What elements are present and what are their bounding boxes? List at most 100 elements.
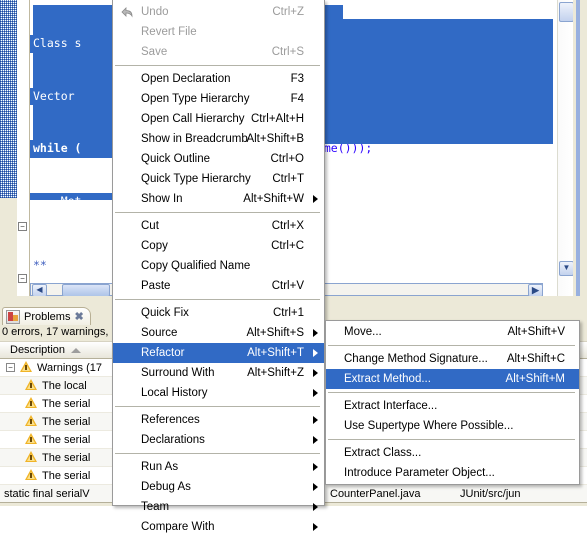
editor-context-menu[interactable]: Undo Ctrl+Z Revert File Save Ctrl+S Open Decl… [112,0,325,533]
menu-item-label: Introduce Parameter Object... [344,467,495,479]
menu-item-label: Open Declaration [141,73,231,85]
menu-item-open-declaration[interactable]: Open Declaration F3 [113,69,324,89]
scroll-down-arrow-icon[interactable]: ▼ [559,261,574,276]
table-cell-description: The serial [42,397,91,410]
menu-item-surround-with[interactable]: Surround With Alt+Shift+Z [113,363,324,383]
fold-collapse-icon[interactable]: − [18,222,27,231]
menu-item-extract-class[interactable]: Extract Class... [326,443,579,463]
menu-item-shortcut: Alt+Shift+S [246,327,304,339]
close-icon[interactable]: ✖ [74,311,83,323]
problems-summary: 0 errors, 17 warnings, [2,326,109,338]
menu-item-debug-as[interactable]: Debug As [113,477,324,497]
menu-item-label: Surround With [141,367,215,379]
code-line: Class s [30,35,115,53]
menu-item-label: Save [141,46,168,58]
menu-item-undo: Undo Ctrl+Z [113,2,324,22]
menu-item-label: Copy [141,240,168,252]
menu-item-use-supertype-where-possible[interactable]: Use Supertype Where Possible... [326,416,579,436]
menu-item-open-type-hierarchy[interactable]: Open Type Hierarchy F4 [113,89,324,109]
menu-item-show-in-breadcrumb[interactable]: Show in Breadcrumb Alt+Shift+B [113,129,324,149]
submenu-arrow-icon [313,436,318,444]
menu-item-introduce-parameter-object[interactable]: Introduce Parameter Object... [326,463,579,483]
menu-item-open-call-hierarchy[interactable]: Open Call Hierarchy Ctrl+Alt+H [113,109,324,129]
menu-item-quick-outline[interactable]: Quick Outline Ctrl+O [113,149,324,169]
submenu-arrow-icon [313,463,318,471]
menu-item-label: Undo [141,6,169,18]
problems-icon [6,310,20,324]
fold-collapse-icon[interactable]: − [18,274,27,283]
menu-item-label: Show in Breadcrumb [141,133,248,145]
warning-icon [24,415,38,428]
submenu-arrow-icon [313,503,318,511]
table-cell-description: static final serialV [4,487,90,500]
menu-item-shortcut: F4 [290,93,304,105]
column-header-description-label: Description [10,344,66,356]
tab-problems-label: Problems [24,311,71,323]
menu-item-references[interactable]: References [113,410,324,430]
menu-separator [328,439,575,440]
menu-item-cut[interactable]: Cut Ctrl+X [113,216,324,236]
menu-item-shortcut: Ctrl+Alt+H [250,113,304,125]
menu-item-shortcut: Ctrl+C [271,240,304,252]
menu-item-label: Declarations [141,434,205,446]
menu-item-quick-fix[interactable]: Quick Fix Ctrl+1 [113,303,324,323]
menu-item-local-history[interactable]: Local History [113,383,324,403]
menu-item-label: Extract Interface... [344,400,438,412]
menu-item-label: Quick Fix [141,307,189,319]
code-line: while ( [30,140,115,158]
table-cell-description: The serial [42,451,91,464]
submenu-arrow-icon [313,349,318,357]
editor-vertical-scrollbar[interactable]: ▼ [557,0,574,296]
menu-item-compare-with[interactable]: Compare With [113,517,324,537]
editor-left-code[interactable]: Class s Vector while ( Met for } sup } i… [30,0,115,200]
menu-item-copy[interactable]: Copy Ctrl+C [113,236,324,256]
submenu-arrow-icon [313,483,318,491]
menu-item-declarations[interactable]: Declarations [113,430,324,450]
refactor-submenu[interactable]: Move... Alt+Shift+V Change Method Signatur… [325,320,580,485]
menu-item-copy-qualified-name[interactable]: Copy Qualified Name [113,256,324,276]
table-cell-description: The serial [42,433,91,446]
menu-item-quick-type-hierarchy[interactable]: Quick Type Hierarchy Ctrl+T [113,169,324,189]
menu-item-shortcut: Alt+Shift+M [505,373,565,385]
submenu-arrow-icon [313,389,318,397]
menu-item-show-in[interactable]: Show In Alt+Shift+W [113,189,324,209]
warning-icon [19,361,33,374]
menu-item-label: Debug As [141,481,191,493]
menu-item-team[interactable]: Team [113,497,324,517]
undo-icon [119,6,133,18]
menu-item-label: Local History [141,387,208,399]
menu-item-source[interactable]: Source Alt+Shift+S [113,323,324,343]
menu-item-label: Open Call Hierarchy [141,113,245,125]
editor-gutter[interactable] [17,0,30,296]
menu-item-label: Change Method Signature... [344,353,488,365]
column-header-description[interactable]: Description [10,344,82,356]
menu-item-label: Cut [141,220,159,232]
menu-item-paste[interactable]: Paste Ctrl+V [113,276,324,296]
submenu-arrow-icon [313,195,318,203]
menu-item-move[interactable]: Move... Alt+Shift+V [326,322,579,342]
submenu-arrow-icon [313,416,318,424]
menu-item-shortcut: F3 [290,73,304,85]
menu-item-label: Show In [141,193,183,205]
menu-item-label: Compare With [141,521,215,533]
expander-icon[interactable]: − [6,363,15,372]
menu-item-extract-interface[interactable]: Extract Interface... [326,396,579,416]
menu-item-save: Save Ctrl+S [113,42,324,62]
tab-problems[interactable]: Problems ✖ [2,307,91,325]
menu-item-change-method-signature[interactable]: Change Method Signature... Alt+Shift+C [326,349,579,369]
table-cell-description: The serial [42,415,91,428]
editor-overview-ruler[interactable] [573,0,587,296]
menu-item-label: Copy Qualified Name [141,260,251,272]
menu-separator [115,212,320,213]
warning-icon [24,397,38,410]
menu-separator [115,453,320,454]
menu-separator [115,65,320,66]
menu-item-run-as[interactable]: Run As [113,457,324,477]
menu-item-refactor[interactable]: Refactor Alt+Shift+T [113,343,324,363]
code-line: Met [30,192,115,200]
menu-item-label: Use Supertype Where Possible... [344,420,514,432]
editor-vscroll-thumb[interactable] [559,2,574,22]
table-cell-resource: CounterPanel.java [330,487,421,500]
menu-item-extract-method[interactable]: Extract Method... Alt+Shift+M [326,369,579,389]
menu-item-label: Team [141,501,170,513]
